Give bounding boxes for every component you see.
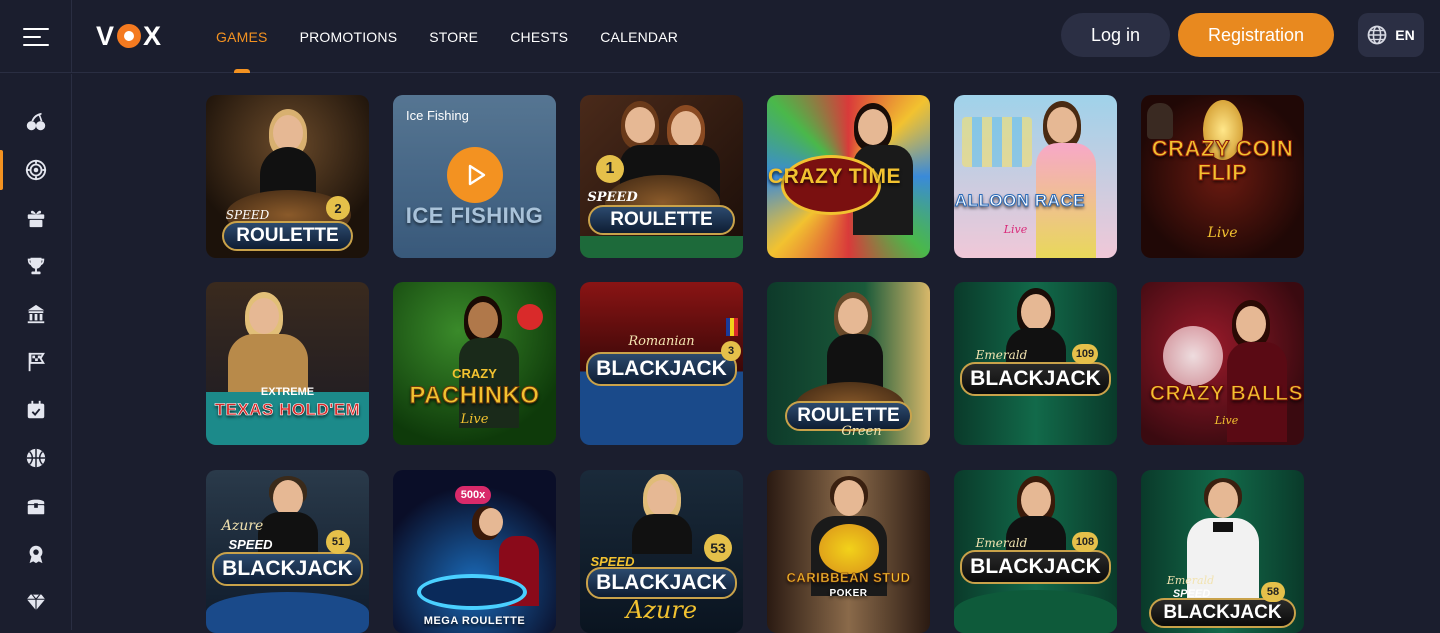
game-table-number: 53 (704, 534, 732, 562)
game-tile-balloon-race[interactable]: BALLOON RACE Live (954, 95, 1117, 258)
main-nav: GAMES PROMOTIONS STORE CHESTS CALENDAR (216, 0, 678, 73)
nav-promotions[interactable]: PROMOTIONS (300, 0, 398, 73)
sidebar-item-sports[interactable] (0, 438, 72, 478)
nav-store[interactable]: STORE (429, 0, 478, 73)
game-title: BLACKJACK (960, 550, 1111, 584)
sidebar-item-chests[interactable] (0, 486, 72, 526)
nav-chests[interactable]: CHESTS (510, 0, 568, 73)
sidebar-item-vip[interactable] (0, 534, 72, 574)
game-tile-speed-roulette-2[interactable]: SPEED ROULETTE 2 (206, 95, 369, 258)
chest-icon (27, 499, 45, 515)
nav-games[interactable]: GAMES (216, 0, 268, 73)
game-title: BLACKJACK (212, 552, 363, 586)
game-sub: Green (841, 424, 882, 439)
game-sub: Romanian (628, 334, 695, 349)
top-header: V X GAMES PROMOTIONS STORE CHESTS CALEND… (0, 0, 1440, 73)
menu-toggle-button[interactable] (0, 0, 72, 73)
game-tile-romanian-blackjack[interactable]: Romanian BLACKJACK 3 (580, 282, 743, 445)
game-title: BLACKJACK (586, 352, 737, 386)
game-sub-2: Azure (625, 596, 698, 624)
game-tile-crazy-pachinko[interactable]: CRAZY PACHINKO Live (393, 282, 556, 445)
game-title: ICE FISHING (405, 203, 544, 228)
sidebar (0, 74, 72, 630)
game-tile-roulette-green[interactable]: ROULETTE Green (767, 282, 930, 445)
game-tile-speed-roulette-1[interactable]: 1 SPEED ROULETTE (580, 95, 743, 258)
sidebar-item-races[interactable] (0, 342, 72, 382)
game-table-number: 3 (721, 341, 741, 361)
game-title: CRAZY BALLS (1149, 382, 1304, 406)
game-sub: CRAZY (452, 366, 497, 381)
game-tile-ice-fishing[interactable]: Ice Fishing ICE FISHING (393, 95, 556, 258)
game-tile-emerald-blackjack-109[interactable]: Emerald BLACKJACK 109 (954, 282, 1117, 445)
cherries-icon (26, 112, 46, 131)
game-sub: SPEED (587, 190, 638, 205)
flag-icon (28, 352, 45, 372)
game-tile-crazy-time[interactable]: CRAZY TIME (767, 95, 930, 258)
sports-ball-icon (26, 448, 46, 468)
game-tile-crazy-coin-flip[interactable]: CRAZY COIN FLIP Live (1141, 95, 1304, 258)
game-tile-caribbean-stud-poker[interactable]: CARIBBEAN STUD POKER (767, 470, 930, 633)
game-table-number: 108 (1072, 532, 1098, 552)
game-table-number: 2 (326, 196, 350, 220)
game-sub: Live (1207, 225, 1238, 241)
play-button[interactable] (447, 147, 503, 203)
login-button[interactable]: Log in (1061, 13, 1170, 57)
game-tile-speed-blackjack-azure-53[interactable]: SPEED BLACKJACK 53 Azure (580, 470, 743, 633)
language-label: EN (1395, 27, 1415, 43)
diamond-icon (26, 594, 46, 611)
sidebar-item-calendar[interactable] (0, 390, 72, 430)
game-hover-label: Ice Fishing (406, 108, 469, 123)
nav-calendar[interactable]: CALENDAR (600, 0, 678, 73)
game-multiplier-badge: 500x (455, 486, 491, 504)
game-tile-speed-blackjack-51[interactable]: Azure SPEED BLACKJACK 51 (206, 470, 369, 633)
game-title: ROULETTE (588, 205, 735, 235)
roulette-icon (25, 159, 47, 181)
sidebar-item-store[interactable] (0, 294, 72, 334)
game-sub: Live (1214, 414, 1239, 427)
registration-button[interactable]: Registration (1178, 13, 1334, 57)
game-tile-emerald-blackjack-108[interactable]: Emerald BLACKJACK 108 (954, 470, 1117, 633)
game-table-number: 109 (1072, 344, 1098, 364)
game-sub: POKER (829, 588, 868, 599)
game-table-number: 1 (596, 155, 624, 183)
game-title: BLACKJACK (586, 567, 737, 599)
game-sub: EXTREME (260, 386, 315, 398)
game-table-number: 51 (326, 530, 350, 554)
game-title: BALLOON RACE (954, 191, 1085, 211)
logo-o-icon (117, 24, 142, 48)
game-title: MEGA ROULETTE (423, 615, 526, 627)
game-title: CARIBBEAN STUD (786, 570, 911, 586)
game-tile-mega-roulette[interactable]: 500x MEGA ROULETTE (393, 470, 556, 633)
sidebar-item-live-casino[interactable] (0, 150, 72, 190)
gift-icon (27, 210, 45, 228)
game-title: PACHINKO (409, 382, 540, 410)
game-tile-speed-blackjack-emerald-58[interactable]: Emerald SPEED BLACKJACK 58 (1141, 470, 1304, 633)
badge-icon (29, 545, 43, 564)
play-icon (468, 164, 486, 186)
game-title: TEXAS HOLD'EM (214, 400, 361, 420)
calendar-icon (27, 400, 45, 419)
game-sub-2: Live (460, 412, 489, 427)
language-selector[interactable]: EN (1358, 13, 1424, 57)
game-tile-crazy-balls[interactable]: CRAZY BALLS Live (1141, 282, 1304, 445)
sidebar-item-bonuses[interactable] (0, 198, 72, 238)
store-icon (27, 304, 45, 324)
logo-letter-v: V (96, 20, 116, 51)
game-title: BLACKJACK (1149, 598, 1296, 628)
sidebar-item-loyalty[interactable] (0, 582, 72, 622)
game-sub: Live (1003, 223, 1028, 236)
logo-letter-x: X (143, 20, 163, 51)
vox-logo[interactable]: V X (96, 20, 163, 51)
hamburger-icon (22, 27, 49, 46)
globe-icon (1367, 25, 1387, 45)
game-table-number: 58 (1261, 582, 1285, 602)
game-tile-extreme-texas-holdem[interactable]: EXTREME TEXAS HOLD'EM (206, 282, 369, 445)
game-title: CRAZY COIN FLIP (1151, 136, 1294, 185)
game-title: ROULETTE (222, 221, 353, 251)
sidebar-item-tournaments[interactable] (0, 246, 72, 286)
trophy-icon (27, 257, 45, 275)
game-title: CRAZY TIME (768, 165, 901, 188)
game-title: BLACKJACK (960, 362, 1111, 396)
sidebar-item-slots[interactable] (0, 102, 72, 142)
